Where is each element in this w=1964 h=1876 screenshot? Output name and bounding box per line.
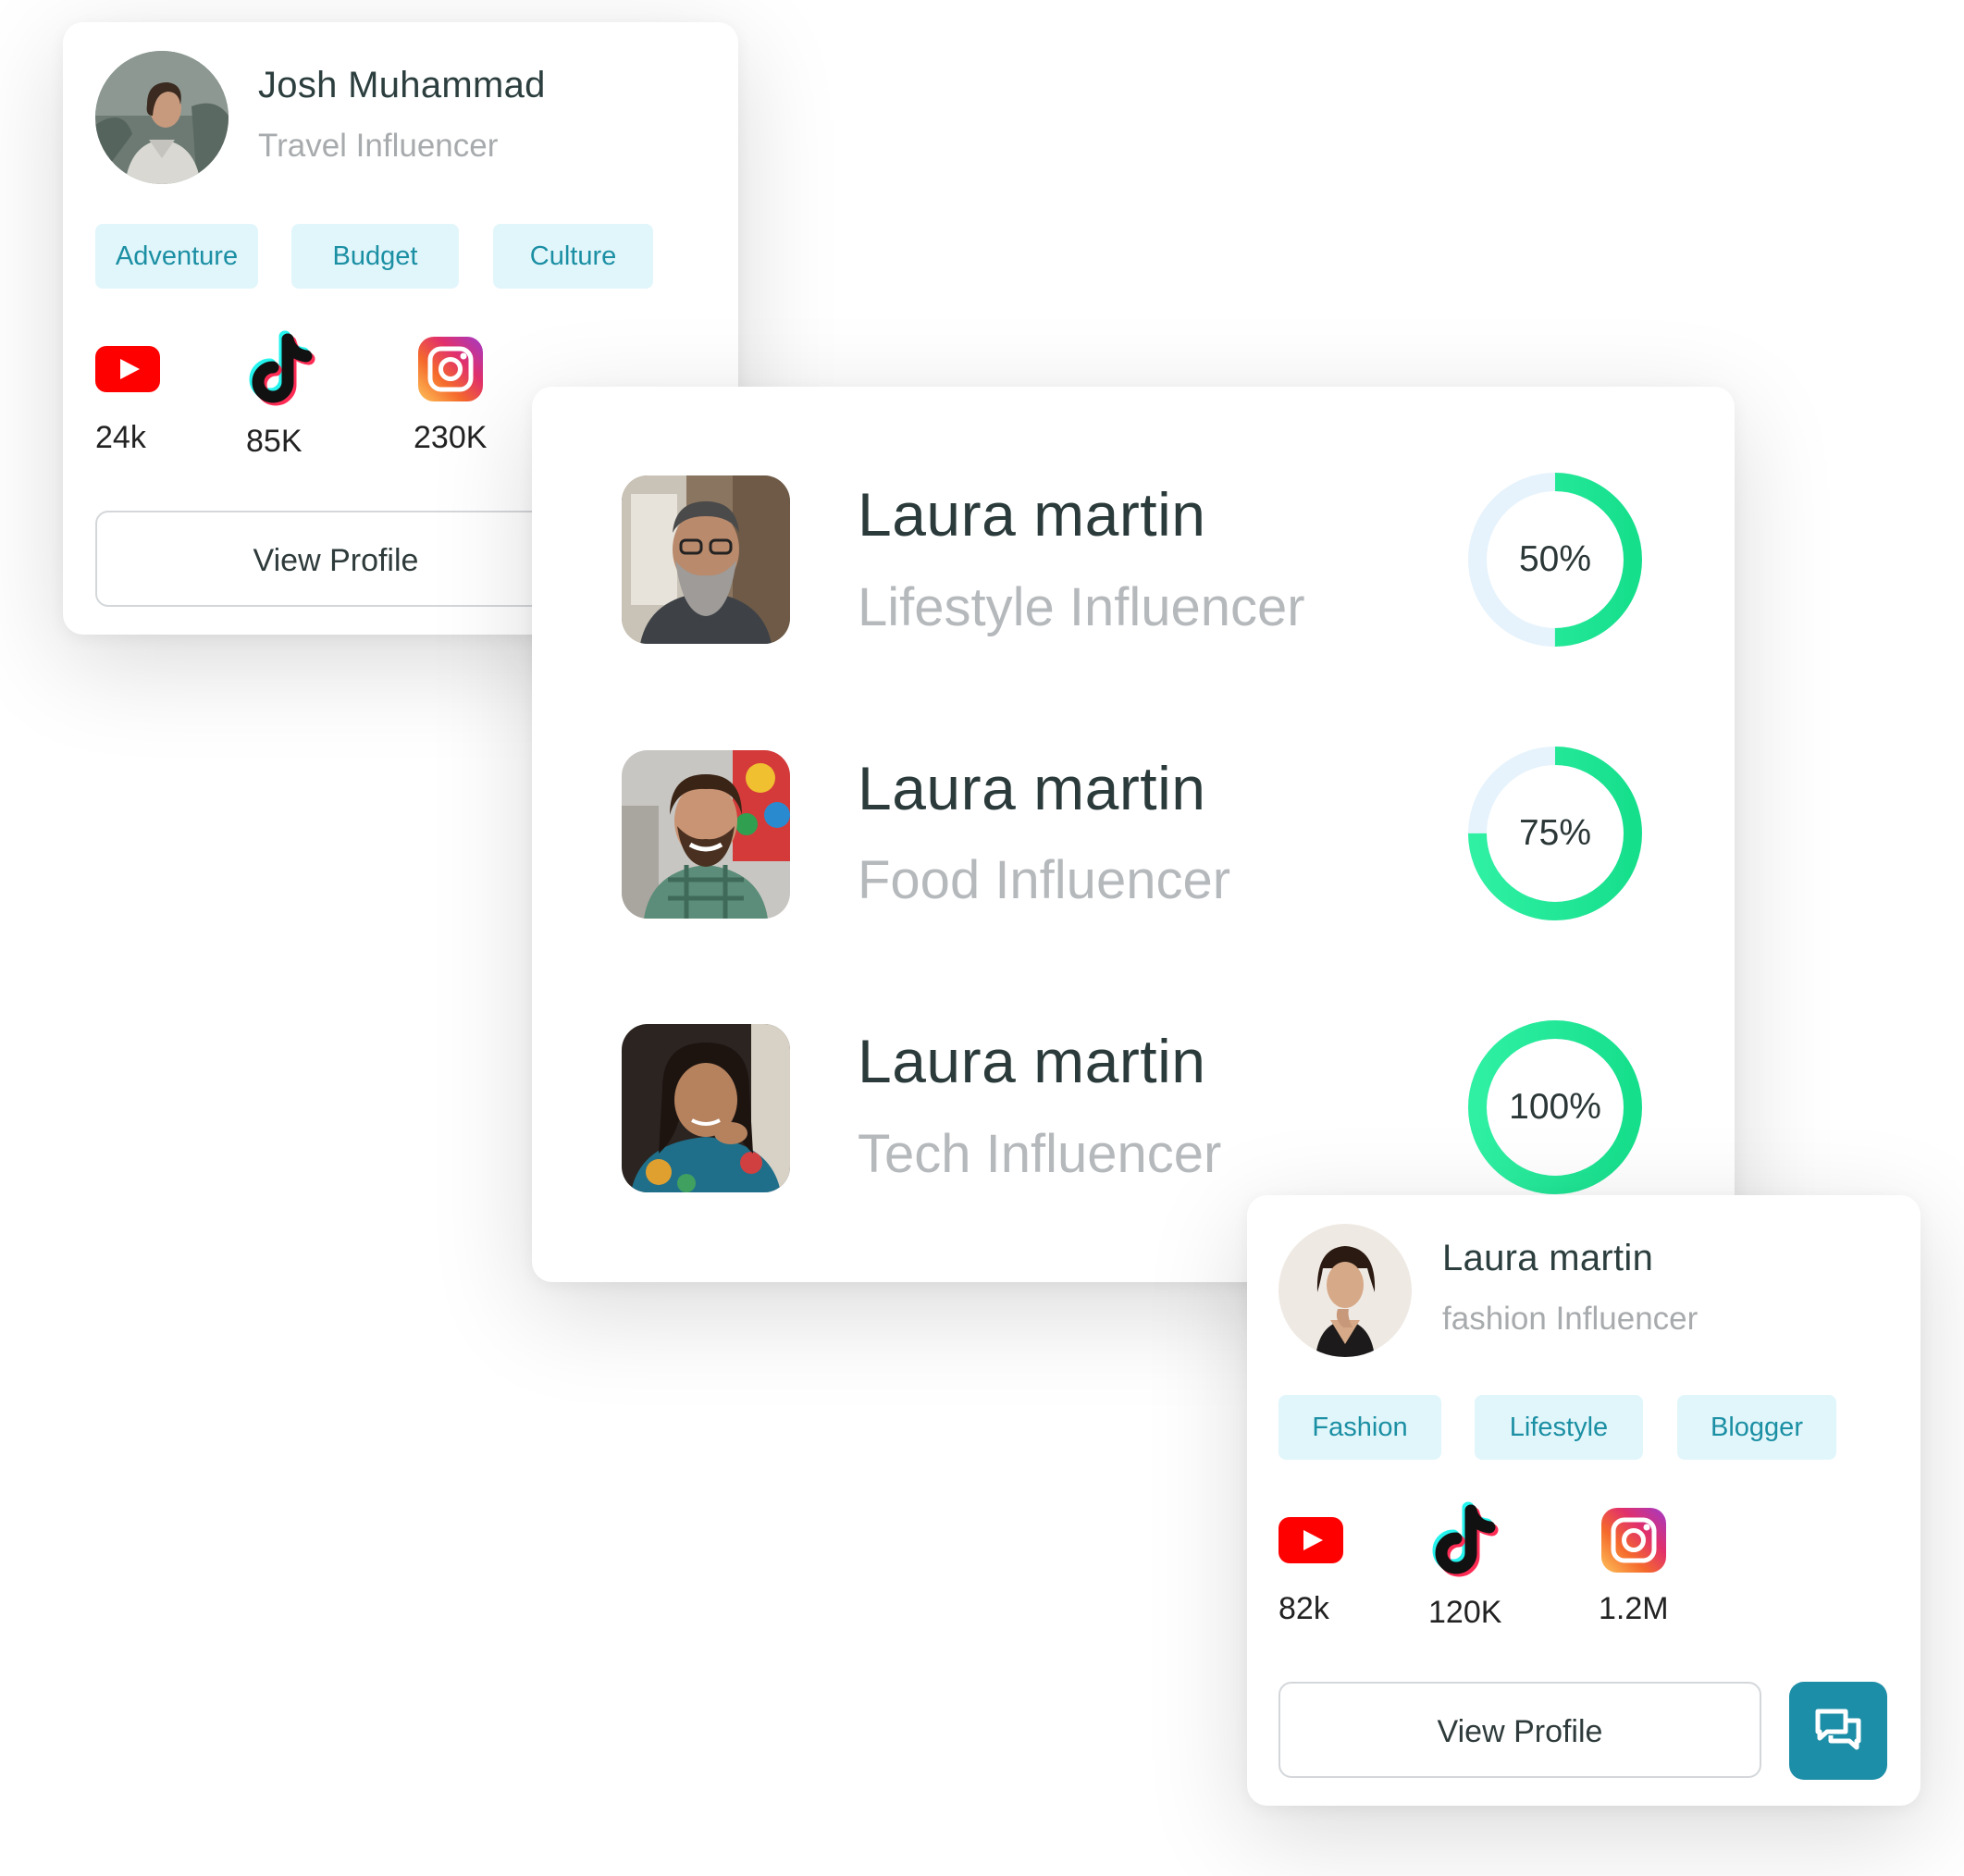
tiktok-count: 120K (1428, 1595, 1502, 1630)
influencer-name: Laura martin (858, 480, 1206, 549)
youtube-icon[interactable] (95, 346, 160, 392)
progress-ring: 50% (1468, 473, 1642, 647)
influencer-progress-list: Laura martin Lifestyle Influencer 50% La… (532, 387, 1735, 1282)
tag-fashion[interactable]: Fashion (1278, 1395, 1441, 1460)
influencer-role: Lifestyle Influencer (858, 577, 1305, 637)
influencer-role: fashion Influencer (1442, 1301, 1698, 1337)
tag-blogger[interactable]: Blogger (1677, 1395, 1836, 1460)
influencer-name: Laura martin (858, 754, 1206, 822)
avatar (622, 475, 790, 644)
message-button[interactable] (1789, 1682, 1887, 1780)
tiktok-count: 85K (246, 424, 303, 459)
youtube-icon[interactable] (1278, 1517, 1343, 1563)
tag-budget[interactable]: Budget (291, 224, 459, 289)
chat-icon (1815, 1709, 1861, 1750)
influencer-role: Tech Influencer (858, 1124, 1222, 1184)
progress-label: 100% (1509, 1087, 1601, 1127)
influencer-name: Laura martin (858, 1027, 1206, 1095)
instagram-icon[interactable] (418, 337, 483, 401)
influencer-role: Travel Influencer (258, 128, 499, 164)
progress-ring: 75% (1468, 747, 1642, 920)
progress-ring: 100% (1468, 1020, 1642, 1194)
view-profile-button[interactable]: View Profile (1278, 1682, 1761, 1778)
progress-label: 50% (1518, 539, 1592, 579)
avatar (622, 1024, 790, 1192)
tag-lifestyle[interactable]: Lifestyle (1475, 1395, 1643, 1460)
instagram-count: 230K (414, 420, 488, 455)
avatar (622, 750, 790, 919)
tag-adventure[interactable]: Adventure (95, 224, 258, 289)
influencer-name: Laura martin (1442, 1238, 1654, 1278)
fashion-influencer-card: Laura martin fashion Influencer Fashion … (1247, 1195, 1921, 1806)
avatar (1278, 1224, 1412, 1357)
instagram-icon[interactable] (1601, 1508, 1666, 1573)
tag-culture[interactable]: Culture (493, 224, 653, 289)
instagram-count: 1.2M (1599, 1591, 1669, 1626)
progress-label: 75% (1518, 813, 1592, 853)
tiktok-icon[interactable] (1431, 1501, 1501, 1577)
avatar (95, 51, 229, 184)
influencer-role: Food Influencer (858, 850, 1231, 910)
youtube-count: 82k (1278, 1591, 1329, 1626)
influencer-name: Josh Muhammad (258, 65, 546, 105)
view-profile-button[interactable]: View Profile (95, 511, 576, 607)
youtube-count: 24k (95, 420, 146, 455)
tiktok-icon[interactable] (248, 330, 318, 406)
